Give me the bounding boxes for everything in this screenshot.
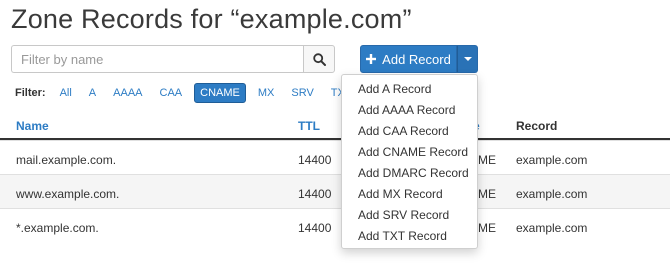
table-row: mail.example.com. 14400 ME example.com [0,140,670,174]
filter-a[interactable]: A [84,84,101,102]
table-header: Name TTL e Record [0,113,670,140]
cell-name: mail.example.com. [16,153,117,167]
menu-item-add-a-record[interactable]: Add A Record [342,79,477,100]
menu-item-add-cname-record[interactable]: Add CNAME Record [342,142,477,163]
filter-srv[interactable]: SRV [286,84,318,102]
search-input[interactable] [11,45,303,73]
cell-ttl: 14400 [298,221,332,235]
add-record-button[interactable]: Add Record [360,45,457,73]
zone-records-table: Name TTL e Record mail.example.com. 1440… [0,113,670,242]
cell-record: example.com [516,153,588,167]
plus-icon [366,54,377,64]
add-record-group: Add Record [360,45,478,73]
filter-caa[interactable]: CAA [155,84,188,102]
search-group [11,45,335,73]
caret-down-icon [463,57,472,61]
cell-ttl: 14400 [298,153,332,167]
menu-item-add-txt-record[interactable]: Add TXT Record [342,226,477,247]
filter-label: Filter: [15,87,46,99]
filter-all[interactable]: All [55,84,77,102]
menu-item-add-srv-record[interactable]: Add SRV Record [342,205,477,226]
menu-item-add-dmarc-record[interactable]: Add DMARC Record [342,163,477,184]
cell-name: www.example.com. [16,187,120,201]
filter-mx[interactable]: MX [253,84,280,102]
cell-record: example.com [516,187,588,201]
column-header-ttl[interactable]: TTL [298,119,320,133]
filter-bar: Filter: All A AAAA CAA CNAME MX SRV TXT [15,83,364,103]
search-button[interactable] [303,45,335,73]
cell-ttl: 14400 [298,187,332,201]
column-header-name[interactable]: Name [16,119,49,133]
cell-type: ME [478,153,496,167]
add-record-label: Add Record [382,51,451,67]
cell-type: ME [478,221,496,235]
menu-item-add-aaaa-record[interactable]: Add AAAA Record [342,100,477,121]
add-record-dropdown-toggle[interactable] [457,45,478,73]
cell-type: ME [478,187,496,201]
page-title: Zone Records for “example.com” [11,4,412,34]
cell-name: *.example.com. [16,221,99,235]
add-record-menu: Add A Record Add AAAA Record Add CAA Rec… [341,74,478,249]
column-header-record: Record [516,119,558,133]
table-row: www.example.com. 14400 ME example.com [0,174,670,208]
filter-cname[interactable]: CNAME [194,83,246,103]
menu-item-add-caa-record[interactable]: Add CAA Record [342,121,477,142]
search-icon [312,52,326,66]
menu-item-add-mx-record[interactable]: Add MX Record [342,184,477,205]
table-row: *.example.com. 14400 ME example.com [0,208,670,242]
filter-aaaa[interactable]: AAAA [108,84,147,102]
cell-record: example.com [516,221,588,235]
